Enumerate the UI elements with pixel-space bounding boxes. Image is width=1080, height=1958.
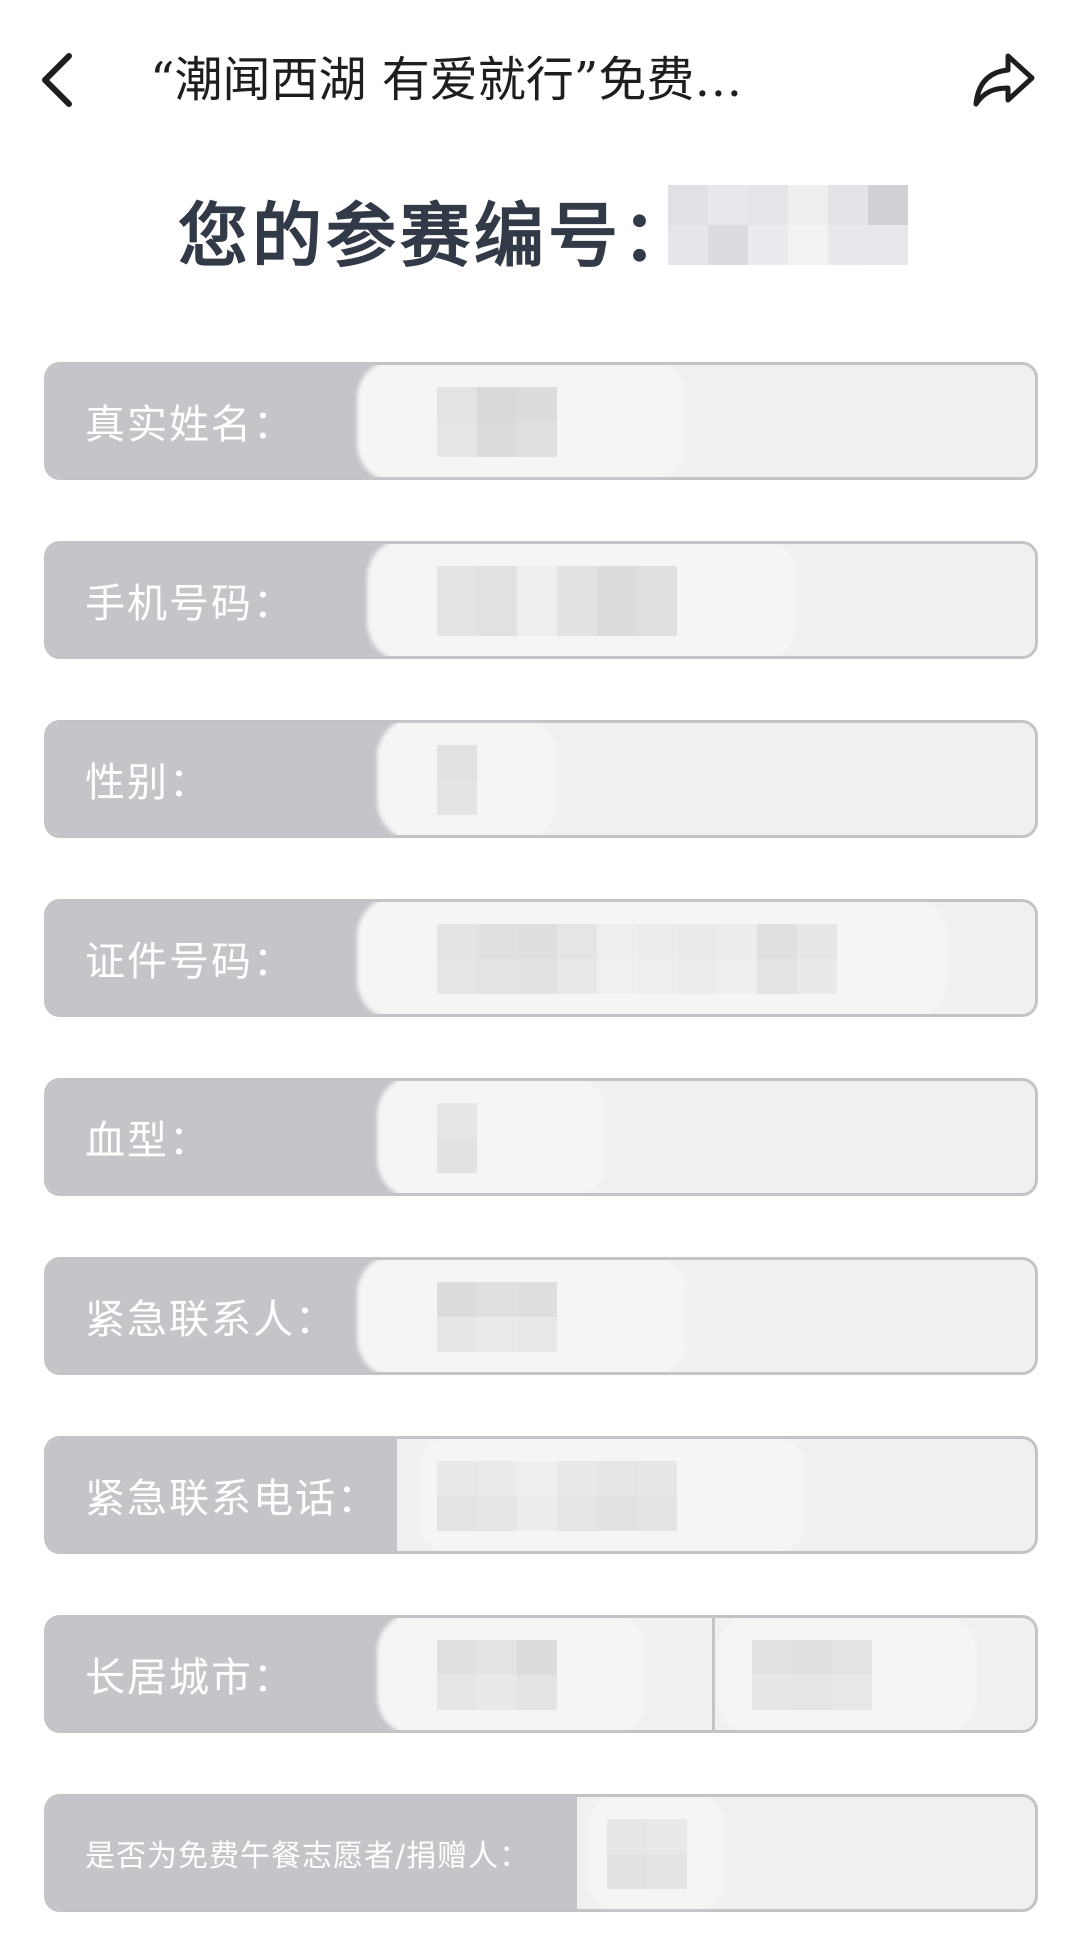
page-title: “潮闻西湖 有爱就行”免费… [150,52,743,108]
share-icon [973,53,1035,107]
gender-label: 性别： [85,760,211,806]
blood-type-value-redacted [437,1103,477,1173]
emergency-contact-value-redacted [437,1282,557,1352]
registration-heading: 您的参赛编号： [178,180,696,280]
share-button[interactable] [964,40,1044,120]
emergency-phone-value-redacted [437,1461,677,1531]
resident-city-row: 长居城市： [44,1615,1038,1733]
id-number-value-redacted [437,924,837,994]
volunteer-donor-value-redacted [607,1819,687,1889]
id-number-label: 证件号码： [85,939,295,985]
registration-info-form: 真实姓名： 手机号码： 性别： 证件号码： 血型： 紧急联系人： 紧急联系电话：… [44,362,1038,1912]
registration-label: 您的参赛编号： [178,194,696,277]
phone-number-label: 手机号码： [85,581,295,627]
emergency-phone-row: 紧急联系电话： [44,1436,1038,1554]
blood-type-label: 血型： [85,1118,211,1164]
phone-number-value-redacted [437,566,677,636]
real-name-value-redacted [437,387,557,457]
id-number-row: 证件号码： [44,899,1038,1017]
volunteer-donor-label: 是否为免费午餐志愿者/捐赠人： [85,1839,531,1874]
city-divider [712,1618,715,1730]
emergency-contact-row: 紧急联系人： [44,1257,1038,1375]
resident-city-value-redacted [437,1640,557,1710]
chevron-left-icon [42,53,72,107]
registration-number-redacted [668,185,908,265]
volunteer-donor-row: 是否为免费午餐志愿者/捐赠人： [44,1794,1038,1912]
top-nav-bar: “潮闻西湖 有爱就行”免费… [0,0,1080,160]
gender-value-redacted [437,745,477,815]
real-name-label: 真实姓名： [85,402,295,448]
blood-type-row: 血型： [44,1078,1038,1196]
resident-district-value-redacted [752,1640,872,1710]
real-name-row: 真实姓名： [44,362,1038,480]
resident-city-label: 长居城市： [85,1655,295,1701]
emergency-contact-label: 紧急联系人： [85,1297,337,1343]
gender-row: 性别： [44,720,1038,838]
phone-number-row: 手机号码： [44,541,1038,659]
emergency-phone-label: 紧急联系电话： [85,1476,379,1522]
back-button[interactable] [22,40,92,120]
